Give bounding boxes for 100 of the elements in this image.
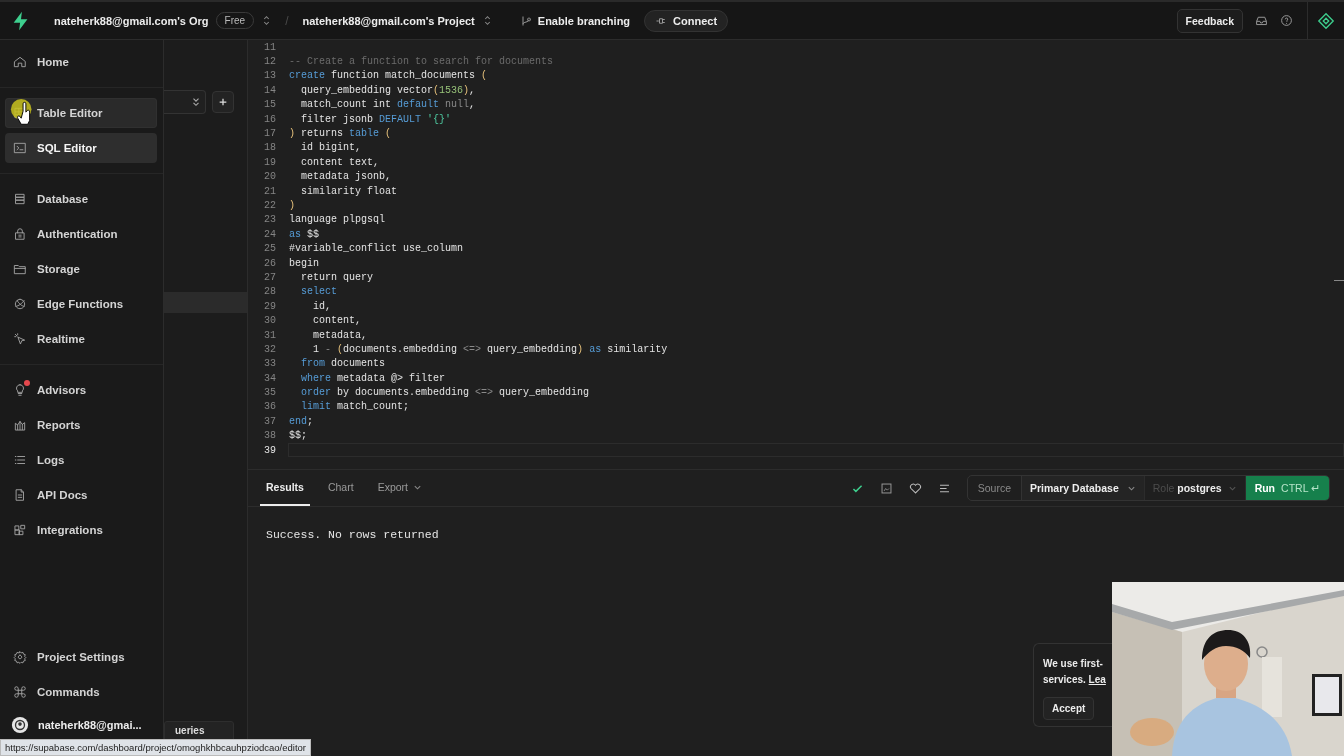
diamond-icon[interactable] xyxy=(1317,11,1335,30)
line-number: 34 xyxy=(263,372,276,384)
code-line[interactable]: ) xyxy=(289,200,295,211)
sidebar-item[interactable]: Edge Functions xyxy=(5,289,157,319)
sidebar-item[interactable]: SQL Editor xyxy=(5,133,157,163)
chevron-updown-icon[interactable] xyxy=(262,14,272,27)
code-line[interactable]: begin xyxy=(289,257,319,269)
results-tab[interactable]: Export xyxy=(371,470,428,506)
line-number: 22 xyxy=(263,200,276,211)
line-number: 24 xyxy=(263,228,276,240)
document-icon xyxy=(13,488,27,502)
lock-icon xyxy=(13,227,27,241)
code-line[interactable]: limit match_count; xyxy=(289,401,410,413)
sidebar-item[interactable]: Authentication xyxy=(5,219,157,249)
code-line[interactable]: end; xyxy=(289,415,314,427)
terminal-icon xyxy=(13,141,27,155)
cursor-icon xyxy=(13,332,27,346)
sidebar-item[interactable]: Integrations xyxy=(5,515,157,545)
heart-icon[interactable] xyxy=(908,481,922,495)
avatar-icon[interactable] xyxy=(11,716,29,734)
sidebar-item[interactable]: API Docs xyxy=(5,480,157,510)
code-line[interactable]: content text, xyxy=(289,156,379,168)
settings-icon xyxy=(13,650,27,664)
line-number: 16 xyxy=(263,113,276,125)
code-line[interactable]: filter jsonb DEFAULT '{}' xyxy=(289,113,452,125)
sidebar-item[interactable]: Home xyxy=(5,47,157,77)
code-line[interactable]: where metadata @> filter xyxy=(289,372,446,384)
code-line[interactable]: 1 - (documents.embedding <=> query_embedding) as similarity xyxy=(289,343,668,355)
chevron-updown-icon[interactable] xyxy=(482,14,492,27)
line-number: 15 xyxy=(263,99,276,111)
database-icon xyxy=(13,192,27,206)
results-tab[interactable]: Chart xyxy=(321,470,360,506)
line-number: 21 xyxy=(263,185,276,197)
sidebar-item[interactable]: Table Editor xyxy=(5,98,157,128)
line-number: 12 xyxy=(263,56,276,68)
line-number: 36 xyxy=(263,401,276,413)
plus-icon xyxy=(218,97,228,107)
sidebar-item[interactable]: Reports xyxy=(5,410,157,440)
feedback-button[interactable]: Feedback xyxy=(1176,8,1243,33)
sidebar-item[interactable]: Storage xyxy=(5,254,157,284)
learn-more-link[interactable]: Lea xyxy=(1088,674,1106,685)
sidebar-item[interactable]: Logs xyxy=(5,445,157,475)
code-line[interactable]: query_embedding vector(1536), xyxy=(289,84,476,96)
enable-branching-button[interactable]: Enable branching xyxy=(515,10,635,31)
code-line[interactable]: as $$ xyxy=(289,228,320,240)
sidebar-item[interactable]: Commands xyxy=(5,677,157,707)
line-number: 39 xyxy=(263,444,276,456)
cookie-text: services. xyxy=(1043,674,1086,685)
line-number: 35 xyxy=(263,387,276,399)
command-icon xyxy=(13,685,27,699)
code-line[interactable]: metadata jsonb, xyxy=(289,171,392,183)
run-button[interactable]: Run CTRL ↵ xyxy=(1245,476,1329,500)
code-line[interactable]: id bigint, xyxy=(289,142,361,154)
line-number: 32 xyxy=(263,343,276,355)
user-email[interactable]: nateherk88@gmai... xyxy=(38,719,142,731)
line-number: 23 xyxy=(263,214,276,226)
line-number: 29 xyxy=(263,300,276,312)
sidebar-item[interactable]: Project Settings xyxy=(5,642,157,672)
code-line[interactable]: create function match_documents ( xyxy=(289,70,488,82)
line-number: 20 xyxy=(263,171,276,183)
code-line[interactable]: order by documents.embedding <=> query_embedding xyxy=(289,387,590,399)
connect-button[interactable]: Connect xyxy=(644,9,729,32)
folder-icon xyxy=(13,262,27,276)
code-line[interactable]: $$; xyxy=(289,430,307,442)
code-line[interactable]: return query xyxy=(289,271,373,283)
queries-tab[interactable]: ueries xyxy=(164,721,234,741)
line-number: 26 xyxy=(263,257,276,269)
code-line[interactable]: from documents xyxy=(289,358,386,370)
home-icon xyxy=(13,55,27,69)
bulb-icon xyxy=(13,383,27,397)
inbox-icon[interactable] xyxy=(1255,14,1268,27)
code-line[interactable]: language plpgsql xyxy=(289,214,385,226)
line-number: 17 xyxy=(263,128,276,140)
code-line[interactable]: match_count int default null, xyxy=(289,99,476,111)
add-button[interactable] xyxy=(212,91,234,113)
code-line[interactable]: similarity float xyxy=(289,185,398,197)
code-line[interactable]: id, xyxy=(289,300,331,312)
code-line[interactable]: content, xyxy=(289,315,361,327)
line-number: 13 xyxy=(263,70,276,82)
help-icon[interactable] xyxy=(1280,14,1293,27)
accept-button[interactable]: Accept xyxy=(1043,697,1095,720)
sidebar-item[interactable]: Database xyxy=(5,184,157,214)
project-name[interactable]: nateherk88@gmail.com's Project xyxy=(302,14,475,27)
code-line[interactable]: select xyxy=(289,286,337,298)
line-number: 27 xyxy=(263,271,276,283)
line-number: 18 xyxy=(263,142,276,154)
code-line[interactable]: ) returns table ( xyxy=(289,128,392,140)
database-dropdown[interactable]: Primary Database xyxy=(1022,476,1145,500)
org-name[interactable]: nateherk88@gmail.com's Org xyxy=(54,14,209,27)
sidebar-item[interactable]: Realtime xyxy=(5,324,157,354)
code-line[interactable]: #variable_conflict use_column xyxy=(289,243,464,255)
chart-icon xyxy=(13,418,27,432)
image-icon[interactable] xyxy=(879,481,893,495)
result-message: Success. No rows returned xyxy=(266,528,439,541)
select-field[interactable] xyxy=(164,90,206,114)
branch-icon xyxy=(519,14,532,27)
sidebar-item[interactable]: Advisors xyxy=(5,375,157,405)
code-line[interactable]: metadata, xyxy=(289,329,367,341)
results-tab[interactable]: Results xyxy=(260,470,310,506)
line-number: 25 xyxy=(263,243,276,255)
